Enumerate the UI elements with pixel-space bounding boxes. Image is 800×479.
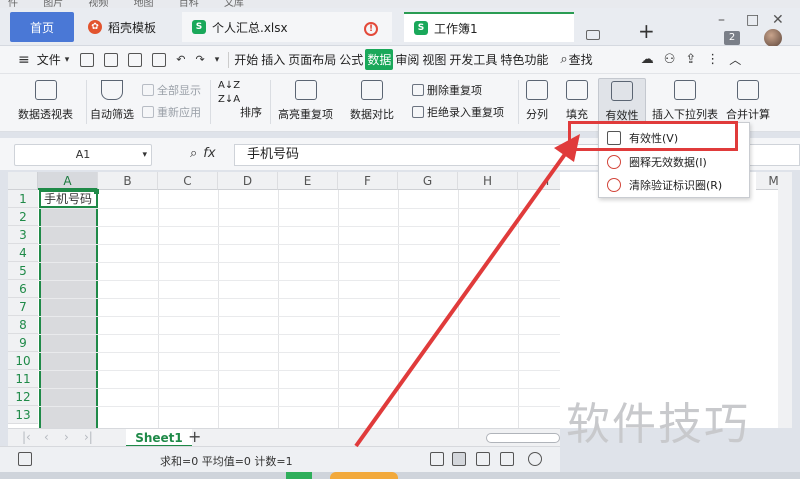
menu-item-label: 清除验证标识圈(R) xyxy=(629,179,723,192)
circle-invalid-icon xyxy=(607,155,621,169)
watermark: 软件技巧 xyxy=(566,399,750,450)
menu-item-clear-circles[interactable]: 清除验证标识圈(R) xyxy=(607,177,722,193)
wps-window: { "background_menu": ["件", "图片", "视频", "… xyxy=(0,0,800,479)
background-desktop xyxy=(0,472,800,479)
clear-circles-icon xyxy=(607,178,621,192)
background-green-button xyxy=(286,472,312,479)
annotation-arrow-line xyxy=(354,148,570,448)
background-orange-button xyxy=(330,472,398,479)
annotation-highlight-box xyxy=(568,121,738,151)
menu-item-circle-invalid[interactable]: 圈释无效数据(I) xyxy=(607,154,707,170)
menu-item-label: 圈释无效数据(I) xyxy=(629,156,707,169)
